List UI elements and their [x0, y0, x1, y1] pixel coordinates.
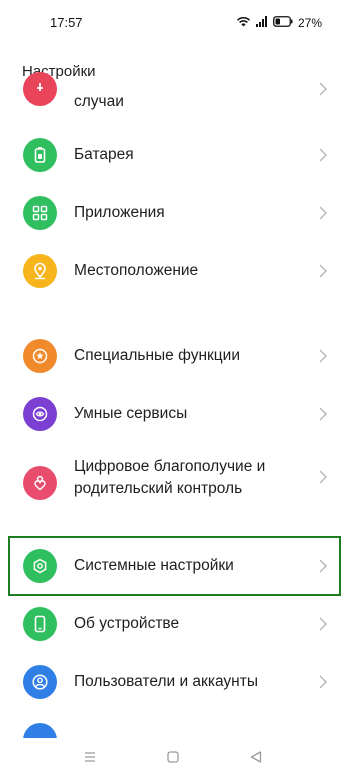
list-item-emergency[interactable]: случаи [0, 72, 350, 118]
list-item-battery[interactable]: Батарея [0, 126, 350, 184]
settings-screen: 17:57 27% Настройки случаи Батарея Прило… [0, 0, 350, 778]
battery-percentage: 27% [297, 16, 322, 30]
emergency-icon [23, 72, 57, 106]
back-icon[interactable] [250, 750, 262, 768]
chevron-right-icon [319, 349, 327, 363]
menu-icon[interactable] [84, 750, 96, 768]
battery-icon [23, 138, 57, 172]
list-item-label: Специальные функции [74, 347, 240, 364]
list-item-accessibility[interactable]: Специальные функции [0, 327, 350, 385]
location-pin-icon [23, 254, 57, 288]
list-item-label: Умные сервисы [74, 405, 188, 422]
chevron-right-icon [319, 470, 327, 484]
list-item-apps[interactable]: Приложения [0, 184, 350, 242]
status-bar: 17:57 27% [0, 0, 350, 44]
list-item-label: Батарея [74, 146, 134, 163]
list-item-label-line2: родительский контроль [74, 480, 243, 497]
chevron-right-icon [319, 206, 327, 220]
battery-status-icon [273, 14, 293, 32]
home-icon[interactable] [167, 750, 179, 768]
accessibility-star-icon [23, 339, 57, 373]
list-item-smart-services[interactable]: Умные сервисы [0, 385, 350, 443]
list-item-label: Пользователи и аккаунты [74, 673, 258, 690]
list-item-location[interactable]: Местоположение [0, 242, 350, 300]
chevron-right-icon [319, 82, 327, 96]
highlight-frame [8, 536, 341, 596]
chevron-right-icon [319, 617, 327, 631]
list-item-partial[interactable] [0, 711, 350, 757]
signal-icon [255, 14, 268, 32]
apps-grid-icon [23, 196, 57, 230]
list-item-label: Об устройстве [74, 615, 180, 632]
user-account-icon [23, 665, 57, 699]
status-icons: 27% [236, 14, 322, 32]
list-item-label-line1: Цифровое благополучие и [74, 458, 266, 475]
list-item-users-accounts[interactable]: Пользователи и аккаунты [0, 653, 350, 711]
chevron-right-icon [319, 148, 327, 162]
list-item-digital-wellbeing[interactable]: Цифровое благополучие и родительский кон… [0, 443, 350, 523]
system-navigation-bar [0, 738, 350, 778]
list-item-label: случаи [74, 93, 124, 110]
wellbeing-heart-icon [23, 466, 57, 500]
list-item-label: Местоположение [74, 262, 199, 279]
chevron-right-icon [319, 407, 327, 421]
phone-device-icon [23, 607, 57, 641]
wifi-icon [236, 14, 251, 32]
chevron-right-icon [319, 264, 327, 278]
smart-services-icon [23, 397, 57, 431]
list-item-label: Приложения [74, 204, 165, 221]
status-time: 17:57 [50, 15, 83, 30]
list-item-about-device[interactable]: Об устройстве [0, 595, 350, 653]
chevron-right-icon [319, 675, 327, 689]
